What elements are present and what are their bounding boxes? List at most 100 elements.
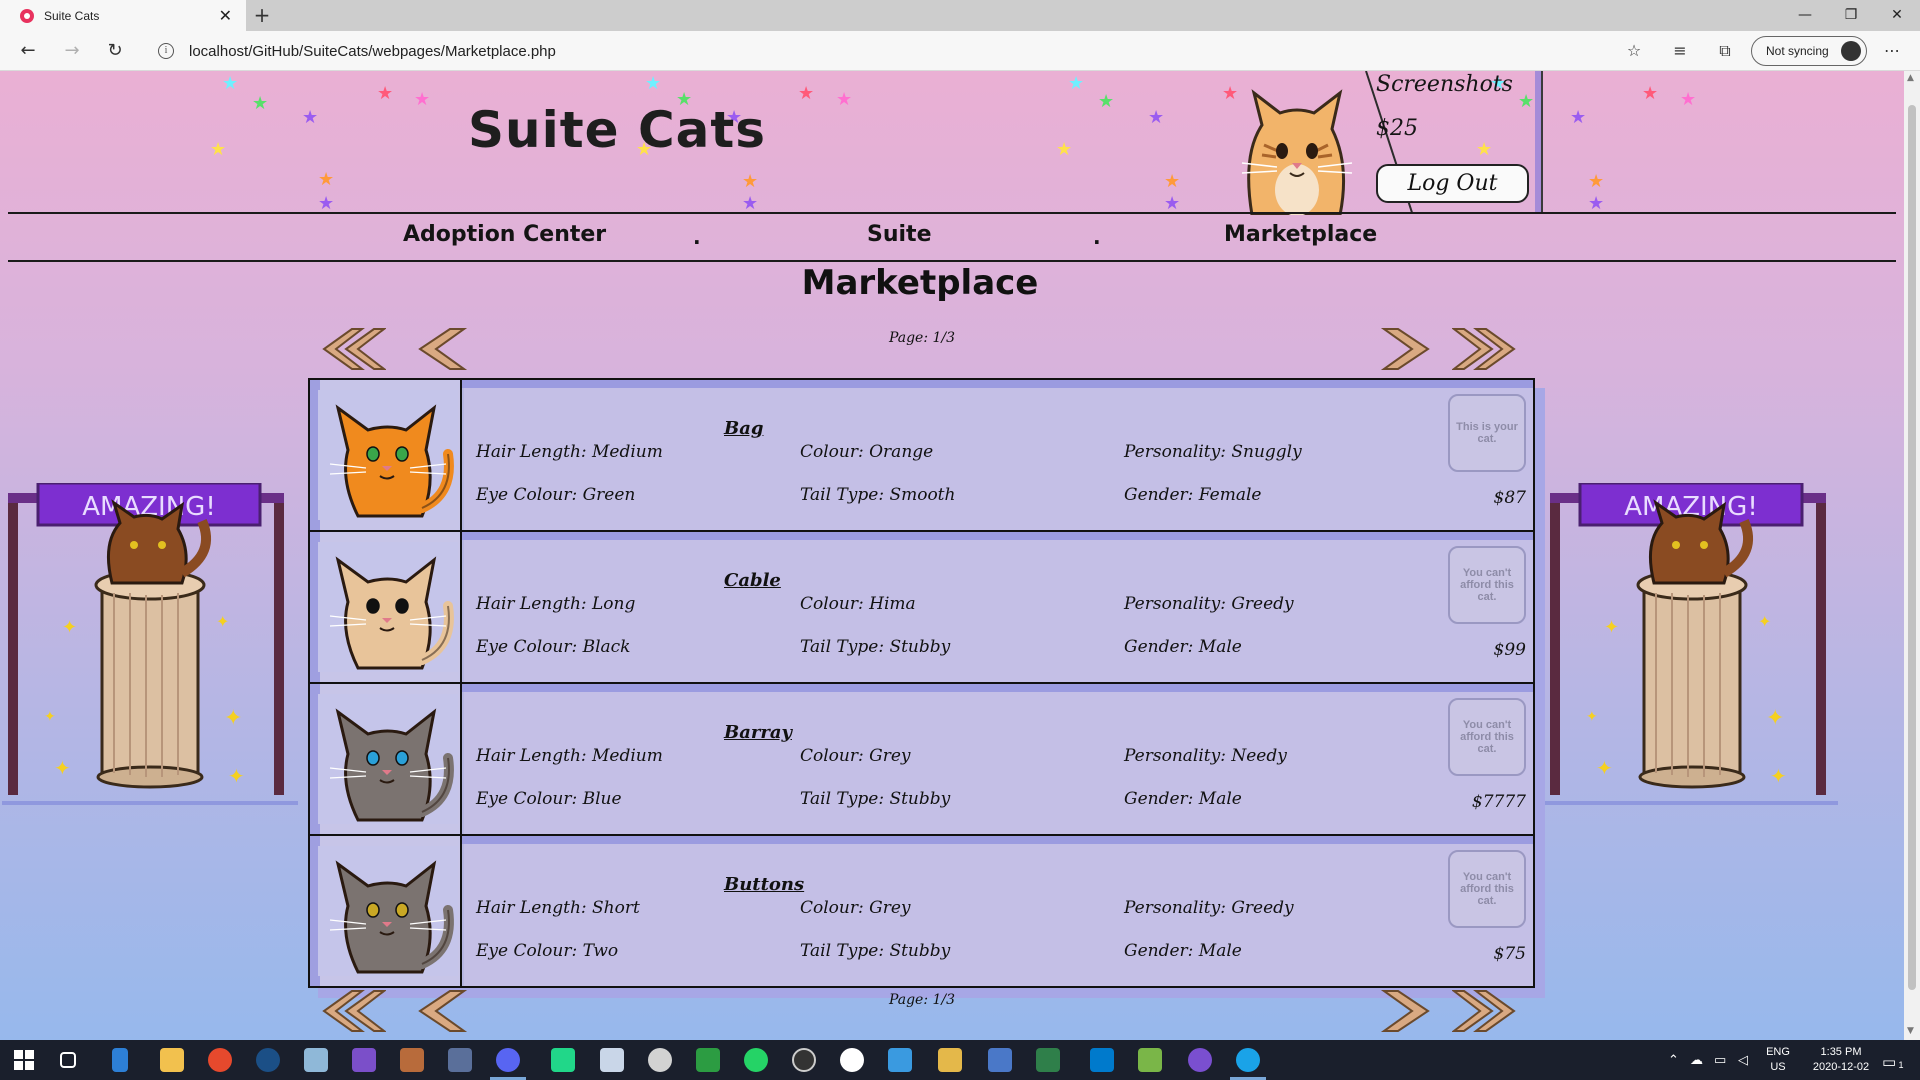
nav-suite[interactable]: Suite bbox=[867, 222, 932, 247]
app-icon[interactable] bbox=[1036, 1048, 1060, 1072]
screenshots-link[interactable]: Screenshots bbox=[1376, 72, 1513, 97]
cat-gender: Gender: Male bbox=[1124, 941, 1242, 961]
app-icon[interactable] bbox=[696, 1048, 720, 1072]
scrollbar-thumb[interactable] bbox=[1908, 105, 1916, 990]
firefox-icon[interactable] bbox=[208, 1048, 232, 1072]
discord-icon[interactable] bbox=[496, 1048, 520, 1072]
tray-overflow-icon[interactable]: ⌃ bbox=[1668, 1053, 1679, 1068]
app-icon[interactable] bbox=[988, 1048, 1012, 1072]
refresh-icon[interactable]: ↻ bbox=[101, 37, 129, 65]
app-icon[interactable] bbox=[400, 1048, 424, 1072]
site-info-icon[interactable]: i bbox=[158, 43, 174, 59]
app-icon[interactable] bbox=[840, 1048, 864, 1072]
cat-listing-row: Buttons Hair Length: Short Colour: Grey … bbox=[310, 836, 1533, 988]
nav-marketplace[interactable]: Marketplace bbox=[1224, 222, 1377, 247]
edge-icon[interactable] bbox=[1236, 1048, 1260, 1072]
cat-portrait-icon bbox=[318, 694, 458, 824]
cat-portrait-cell bbox=[310, 684, 462, 834]
prev-page-arrow-icon[interactable] bbox=[410, 326, 478, 372]
balance-amount: $25 bbox=[1376, 116, 1418, 141]
notifications-icon[interactable]: ▭ bbox=[1882, 1053, 1896, 1071]
app-icon[interactable] bbox=[888, 1048, 912, 1072]
site-favicon-icon bbox=[20, 8, 34, 23]
visual-studio-icon[interactable] bbox=[352, 1048, 376, 1072]
next-page-arrow-icon[interactable] bbox=[1370, 326, 1438, 372]
cat-name-link[interactable]: Barray bbox=[724, 722, 792, 743]
scroll-up-icon[interactable]: ▲ bbox=[1907, 73, 1914, 83]
volume-icon[interactable]: ◁ bbox=[1738, 1053, 1748, 1068]
row-accent bbox=[462, 684, 1533, 692]
cat-colour: Colour: Orange bbox=[800, 442, 934, 462]
svg-text:✦: ✦ bbox=[224, 706, 242, 731]
cat-name-link[interactable]: Bag bbox=[724, 418, 763, 439]
svg-text:✦: ✦ bbox=[216, 612, 229, 631]
first-page-arrow-icon[interactable] bbox=[318, 326, 386, 372]
cat-details: Cable Hair Length: Long Colour: Hima Per… bbox=[464, 540, 1533, 682]
collections-icon[interactable]: ⧉ bbox=[1713, 39, 1737, 63]
app-icon[interactable] bbox=[448, 1048, 472, 1072]
windows-taskbar: ⌃ ☁ ▭ ◁ ENG US 1:35 PM 2020-12-02 ▭ 1 bbox=[0, 1040, 1920, 1080]
prev-page-arrow-bottom-icon[interactable] bbox=[410, 988, 478, 1034]
file-explorer-icon[interactable] bbox=[160, 1048, 184, 1072]
svg-text:✦: ✦ bbox=[1758, 612, 1771, 631]
favorite-star-icon[interactable]: ☆ bbox=[1622, 39, 1646, 63]
tab-close-icon[interactable]: ✕ bbox=[219, 6, 232, 25]
input-language[interactable]: ENG US bbox=[1760, 1045, 1796, 1075]
svg-text:✦: ✦ bbox=[1596, 756, 1613, 780]
windows-start-icon[interactable] bbox=[14, 1050, 34, 1070]
phone-app-icon[interactable] bbox=[112, 1048, 128, 1072]
cat-name-link[interactable]: Buttons bbox=[724, 874, 804, 895]
svg-text:✦: ✦ bbox=[1604, 617, 1619, 638]
buy-cat-button[interactable]: You can't afford this cat. bbox=[1448, 698, 1526, 776]
nav-adoption-center[interactable]: Adoption Center bbox=[403, 222, 606, 247]
scroll-down-icon[interactable]: ▼ bbox=[1907, 1026, 1914, 1036]
buy-cat-button[interactable]: This is your cat. bbox=[1448, 394, 1526, 472]
task-view-icon[interactable] bbox=[60, 1052, 76, 1068]
logout-button[interactable]: Log Out bbox=[1376, 164, 1529, 203]
whatsapp-icon[interactable] bbox=[744, 1048, 768, 1072]
site-title[interactable]: Suite Cats bbox=[468, 101, 766, 159]
vscode-icon[interactable] bbox=[1090, 1048, 1114, 1072]
app-icon[interactable] bbox=[648, 1048, 672, 1072]
nav-separator: . bbox=[693, 225, 701, 249]
cat-gender: Gender: Female bbox=[1124, 485, 1262, 505]
steam-icon[interactable] bbox=[256, 1048, 280, 1072]
last-page-arrow-bottom-icon[interactable] bbox=[1452, 988, 1520, 1034]
new-tab-button[interactable]: + bbox=[250, 3, 274, 27]
url-text[interactable]: localhost/GitHub/SuiteCats/webpages/Mark… bbox=[189, 43, 556, 60]
first-page-arrow-bottom-icon[interactable] bbox=[318, 988, 386, 1034]
more-menu-icon[interactable]: ⋯ bbox=[1880, 39, 1904, 63]
buy-cat-button[interactable]: You can't afford this cat. bbox=[1448, 546, 1526, 624]
browser-tab[interactable]: Suite Cats ✕ bbox=[0, 0, 246, 31]
svg-text:✦: ✦ bbox=[62, 617, 77, 638]
back-arrow-icon[interactable]: ← bbox=[14, 37, 42, 65]
app-icon[interactable] bbox=[938, 1048, 962, 1072]
next-page-arrow-bottom-icon[interactable] bbox=[1370, 988, 1438, 1034]
favorites-list-icon[interactable]: ≡ bbox=[1668, 39, 1692, 63]
window-close-button[interactable]: ✕ bbox=[1874, 0, 1920, 31]
clock-date: 2020-12-02 bbox=[1812, 1061, 1870, 1073]
app-icon[interactable] bbox=[1188, 1048, 1212, 1072]
cat-listing-row: Barray Hair Length: Medium Colour: Grey … bbox=[310, 684, 1533, 836]
window-minimize-button[interactable]: — bbox=[1782, 0, 1828, 31]
cat-name-link[interactable]: Cable bbox=[724, 570, 781, 591]
forward-arrow-icon[interactable]: → bbox=[58, 37, 86, 65]
cat-portrait-icon bbox=[318, 542, 458, 672]
buy-cat-button[interactable]: You can't afford this cat. bbox=[1448, 850, 1526, 928]
network-icon[interactable]: ▭ bbox=[1714, 1053, 1726, 1068]
cat-hair-length: Hair Length: Long bbox=[476, 594, 636, 614]
onedrive-icon[interactable]: ☁ bbox=[1690, 1053, 1703, 1068]
app-icon[interactable] bbox=[792, 1048, 816, 1072]
app-icon[interactable] bbox=[304, 1048, 328, 1072]
cat-tail-type: Tail Type: Stubby bbox=[800, 789, 951, 809]
pycharm-icon[interactable] bbox=[551, 1048, 575, 1072]
url-field[interactable]: i localhost/GitHub/SuiteCats/webpages/Ma… bbox=[146, 36, 1646, 66]
profile-sync-button[interactable]: Not syncing bbox=[1751, 36, 1867, 66]
window-restore-button[interactable]: ❐ bbox=[1828, 0, 1874, 31]
last-page-arrow-icon[interactable] bbox=[1452, 326, 1520, 372]
app-icon[interactable] bbox=[1138, 1048, 1162, 1072]
app-icon[interactable] bbox=[600, 1048, 624, 1072]
page-scrollbar[interactable]: ▲ ▼ bbox=[1904, 71, 1920, 1040]
page-viewport: ★ ★ ★ ★ ★ ★ ★ ★ ★ ★ ★ ★ ★ ★ ★ ★ ★ ★ ★ ★ … bbox=[0, 71, 1904, 1040]
clock[interactable]: 1:35 PM 2020-12-02 bbox=[1798, 1045, 1884, 1075]
